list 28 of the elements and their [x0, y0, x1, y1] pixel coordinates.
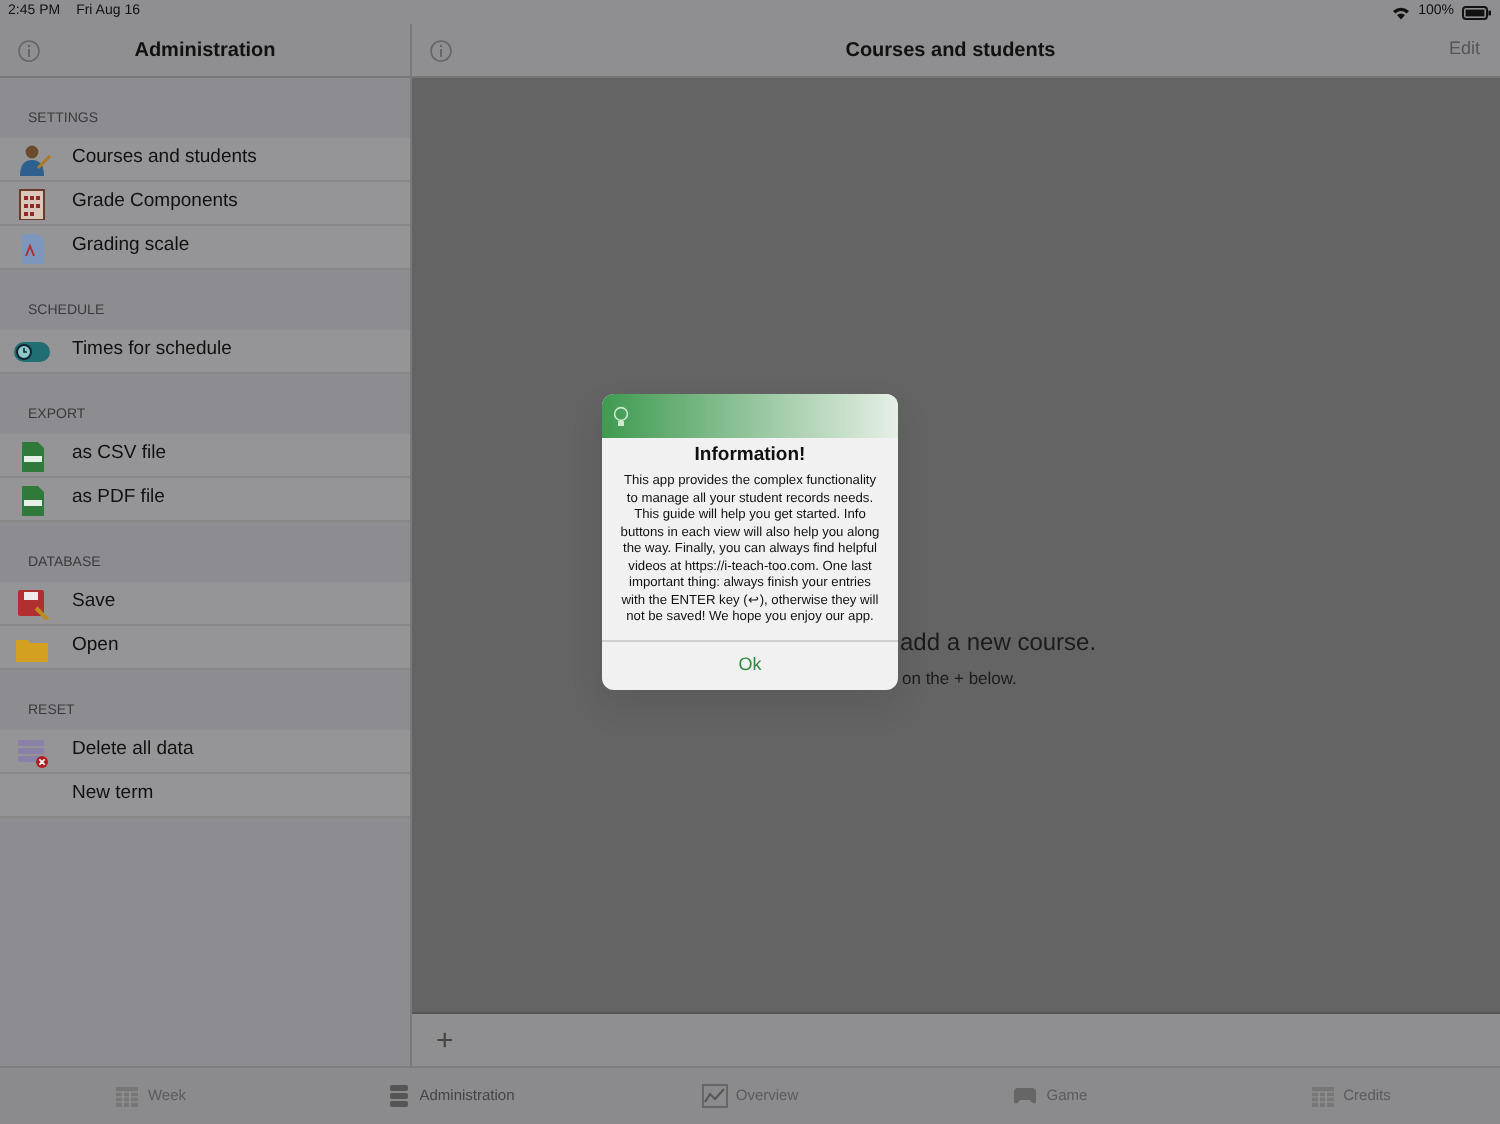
sidebar-item[interactable]: as CSV file	[0, 434, 410, 478]
gamepad-icon	[1012, 1084, 1039, 1108]
floppy-disk-icon	[12, 587, 52, 619]
battery-icon	[1462, 5, 1492, 19]
sidebar-item[interactable]: Delete all data	[0, 730, 410, 774]
sidebar-item[interactable]: Open	[0, 626, 410, 670]
calendar-icon	[113, 1084, 140, 1108]
sidebar-item[interactable]: New term	[0, 774, 410, 818]
info-icon[interactable]	[18, 39, 40, 61]
info-icon[interactable]	[430, 39, 452, 61]
database-icon	[385, 1084, 412, 1108]
page-title: Courses and students	[843, 37, 1058, 65]
wifi-icon	[1392, 5, 1411, 19]
ok-button[interactable]: Ok	[602, 639, 898, 690]
empty-state-hint: on the + below.	[902, 666, 1017, 692]
sidebar-item[interactable]: Grading scale	[0, 226, 410, 270]
lightbulb-icon	[612, 405, 630, 427]
sidebar-item[interactable]: Courses and students	[0, 138, 410, 182]
calendar-icon	[1309, 1084, 1336, 1108]
dialog-title: Information!	[692, 442, 808, 470]
sidebar-title: Administration	[132, 37, 278, 65]
table-delete-icon	[12, 735, 52, 767]
sidebar-item[interactable]: Times for schedule	[0, 330, 410, 374]
sidebar-item[interactable]: Save	[0, 582, 410, 626]
empty-state-title: add a new course.	[900, 626, 1097, 660]
sidebar-item[interactable]: as PDF file	[0, 478, 410, 522]
sidebar-item[interactable]: Grade Components	[0, 182, 410, 226]
line-chart-icon	[701, 1084, 728, 1108]
